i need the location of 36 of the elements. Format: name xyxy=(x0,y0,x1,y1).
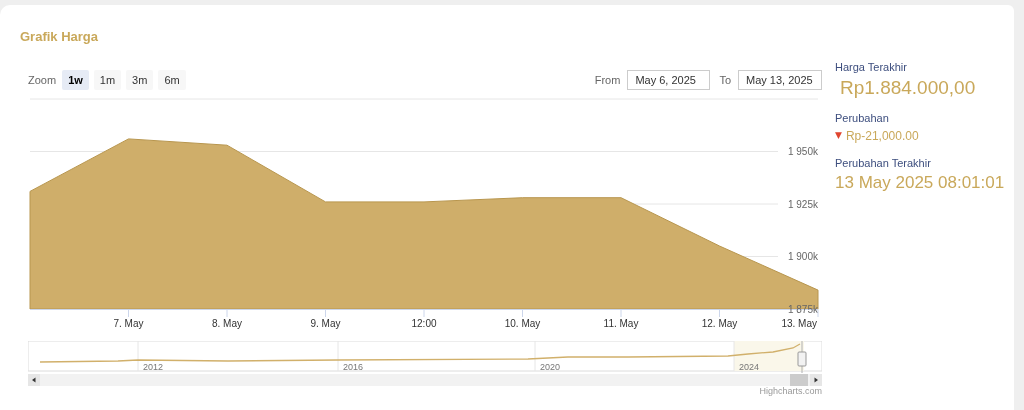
x-axis-label: 8. May xyxy=(212,318,242,329)
from-label: From xyxy=(594,72,621,88)
to-label: To xyxy=(719,72,731,88)
scroll-right-button[interactable] xyxy=(810,374,822,386)
chart-title: Grafik Harga xyxy=(20,28,100,46)
x-axis-label: 9. May xyxy=(310,318,341,329)
stat-value: 13 May 2025 08:01:01 xyxy=(835,172,1005,194)
x-axis-label: 12. May xyxy=(701,318,738,329)
zoom-button[interactable]: 1m xyxy=(93,70,122,90)
stat-label: Harga Terakhir xyxy=(835,60,908,74)
x-axis-label: 10. May xyxy=(504,318,541,329)
stat-label: Perubahan Terakhir xyxy=(835,156,932,170)
from-date-field[interactable]: May 6, 2025 xyxy=(627,70,711,90)
navigator-year-label: 2016 xyxy=(343,362,364,372)
y-axis-label: 1 950k xyxy=(787,146,818,157)
navigator-year-label: 2012 xyxy=(143,362,164,372)
scrollbar-thumb[interactable] xyxy=(790,374,808,386)
scroll-left-button[interactable] xyxy=(28,374,40,386)
zoom-button[interactable]: 1w xyxy=(62,70,89,90)
x-axis-label: 12:00 xyxy=(411,318,437,329)
stat-value: Rp-21,000.00 xyxy=(845,128,919,145)
zoom-label: Zoom xyxy=(28,72,57,88)
x-axis-label: 7. May xyxy=(113,318,144,329)
navigator-year-label: 2024 xyxy=(739,362,760,372)
navigator-year-label: 2020 xyxy=(540,362,561,372)
zoom-button[interactable]: 6m xyxy=(158,70,186,90)
y-axis-label: 1 925k xyxy=(787,198,818,210)
x-axis-label: 13. May xyxy=(781,318,817,329)
x-axis-label: 11. May xyxy=(603,318,639,329)
to-date-field[interactable]: May 13, 2025 xyxy=(738,70,822,90)
navigator-handle[interactable] xyxy=(797,351,807,367)
stat-value: Rp1.884.000,00 xyxy=(840,76,976,100)
stat-label: Perubahan xyxy=(835,111,890,125)
zoom-button[interactable]: 3m xyxy=(126,70,154,90)
down-triangle-icon: ▼ xyxy=(835,129,842,143)
y-axis-label: 1 900k xyxy=(787,251,818,262)
